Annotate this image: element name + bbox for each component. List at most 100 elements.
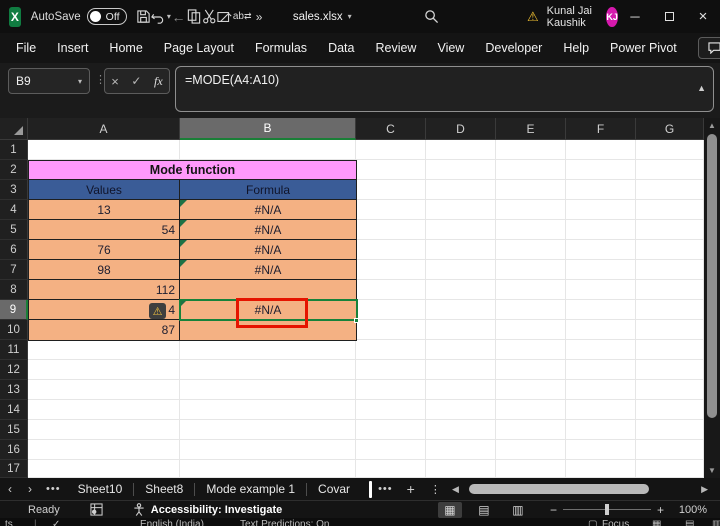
cell-C17[interactable]	[356, 460, 426, 478]
cell-C2[interactable]	[356, 160, 426, 180]
cell-E10[interactable]	[496, 320, 566, 340]
column-header-e[interactable]: E	[496, 118, 566, 140]
cell-D2[interactable]	[426, 160, 496, 180]
sheet-tab-mode-example-1[interactable]: Mode example 1	[195, 482, 306, 496]
cell-C13[interactable]	[356, 380, 426, 400]
cell-B9[interactable]: #N/A	[180, 300, 356, 320]
search-icon[interactable]	[424, 6, 439, 28]
cell-C8[interactable]	[356, 280, 426, 300]
ribbon-tab-formulas[interactable]: Formulas	[255, 41, 307, 55]
comments-button[interactable]: Comments	[697, 37, 720, 59]
cell-D13[interactable]	[426, 380, 496, 400]
cell-G3[interactable]	[636, 180, 704, 200]
cell-D12[interactable]	[426, 360, 496, 380]
zoom-slider[interactable]	[562, 504, 651, 515]
table-header-formula[interactable]: Formula	[180, 180, 356, 200]
cell-D7[interactable]	[426, 260, 496, 280]
zoom-level[interactable]: 100%	[670, 504, 716, 516]
find-replace-icon[interactable]: ab ⇄	[233, 6, 252, 28]
scroll-left-icon[interactable]: ◀	[448, 484, 463, 495]
close-button[interactable]: ×	[686, 0, 720, 33]
ribbon-tab-insert[interactable]: Insert	[57, 41, 88, 55]
cell-C10[interactable]	[356, 320, 426, 340]
cell-F16[interactable]	[566, 440, 636, 460]
alert-warning-icon[interactable]: ⚠	[527, 9, 539, 25]
cell-G15[interactable]	[636, 420, 704, 440]
cell-E9[interactable]	[496, 300, 566, 320]
cell-D4[interactable]	[426, 200, 496, 220]
row-header-7[interactable]: 7	[0, 260, 28, 280]
column-header-c[interactable]: C	[356, 118, 426, 140]
cell-G9[interactable]	[636, 300, 704, 320]
row-header-11[interactable]: 11	[0, 340, 28, 360]
cell-G11[interactable]	[636, 340, 704, 360]
cell-E13[interactable]	[496, 380, 566, 400]
row-header-3[interactable]: 3	[0, 180, 28, 200]
cell-B14[interactable]	[180, 400, 356, 420]
cell-F14[interactable]	[566, 400, 636, 420]
ribbon-tab-developer[interactable]: Developer	[485, 41, 542, 55]
cell-D10[interactable]	[426, 320, 496, 340]
cell-G2[interactable]	[636, 160, 704, 180]
name-box-dropdown-icon[interactable]: ▾	[78, 77, 82, 86]
cell-A10[interactable]: 87	[29, 320, 180, 340]
column-header-d[interactable]: D	[426, 118, 496, 140]
sheet-tab-covar[interactable]: Covar	[307, 482, 361, 496]
cell-D14[interactable]	[426, 400, 496, 420]
cell-E3[interactable]	[496, 180, 566, 200]
cell-G12[interactable]	[636, 360, 704, 380]
cell-E12[interactable]	[496, 360, 566, 380]
cell-G16[interactable]	[636, 440, 704, 460]
cell-G8[interactable]	[636, 280, 704, 300]
cell-A17[interactable]	[28, 460, 180, 478]
cell-F8[interactable]	[566, 280, 636, 300]
save-icon[interactable]	[135, 6, 150, 28]
row-header-8[interactable]: 8	[0, 280, 28, 300]
next-sheet-icon[interactable]: ›	[20, 482, 40, 496]
maximize-button[interactable]	[652, 0, 686, 33]
row-header-4[interactable]: 4	[0, 200, 28, 220]
cell-A1[interactable]	[28, 140, 180, 160]
cell-E8[interactable]	[496, 280, 566, 300]
vertical-scroll-thumb[interactable]	[707, 134, 717, 418]
cell-A14[interactable]	[28, 400, 180, 420]
cell-F2[interactable]	[566, 160, 636, 180]
column-header-b[interactable]: B	[180, 118, 356, 140]
cell-B6[interactable]: #N/A	[180, 240, 356, 260]
cell-D9[interactable]	[426, 300, 496, 320]
autosave-toggle[interactable]: Off	[86, 8, 128, 25]
cell-C11[interactable]	[356, 340, 426, 360]
scroll-down-icon[interactable]: ▼	[704, 466, 720, 475]
cell-C14[interactable]	[356, 400, 426, 420]
document-title[interactable]: sales.xlsx ▾	[293, 11, 352, 23]
sheet-tab-sheet8[interactable]: Sheet8	[134, 482, 194, 496]
user-avatar[interactable]: KJ	[606, 6, 619, 27]
cell-E17[interactable]	[496, 460, 566, 478]
cell-C12[interactable]	[356, 360, 426, 380]
cell-D16[interactable]	[426, 440, 496, 460]
accessibility-status[interactable]: Accessibility: Investigate	[151, 504, 282, 516]
cell-E14[interactable]	[496, 400, 566, 420]
select-all-button[interactable]	[0, 118, 28, 140]
text-predictions-status[interactable]: Text Predictions: On	[240, 519, 329, 526]
cell-A15[interactable]	[28, 420, 180, 440]
ribbon-tab-review[interactable]: Review	[375, 41, 416, 55]
cell-E1[interactable]	[496, 140, 566, 160]
row-header-2[interactable]: 2	[0, 160, 28, 180]
cell-E15[interactable]	[496, 420, 566, 440]
ribbon-tab-file[interactable]: File	[16, 41, 36, 55]
cell-D1[interactable]	[426, 140, 496, 160]
cell-B17[interactable]	[180, 460, 356, 478]
cell-C6[interactable]	[356, 240, 426, 260]
cell-B15[interactable]	[180, 420, 356, 440]
cell-C3[interactable]	[356, 180, 426, 200]
row-header-14[interactable]: 14	[0, 400, 28, 420]
cell-F5[interactable]	[566, 220, 636, 240]
cell-D8[interactable]	[426, 280, 496, 300]
name-box[interactable]: B9 ▾	[8, 68, 90, 94]
insert-function-button[interactable]: fx	[154, 74, 163, 89]
accessibility-icon[interactable]	[133, 503, 145, 516]
cell-D5[interactable]	[426, 220, 496, 240]
ribbon-tab-page-layout[interactable]: Page Layout	[164, 41, 234, 55]
row-header-9[interactable]: 9	[0, 300, 28, 320]
